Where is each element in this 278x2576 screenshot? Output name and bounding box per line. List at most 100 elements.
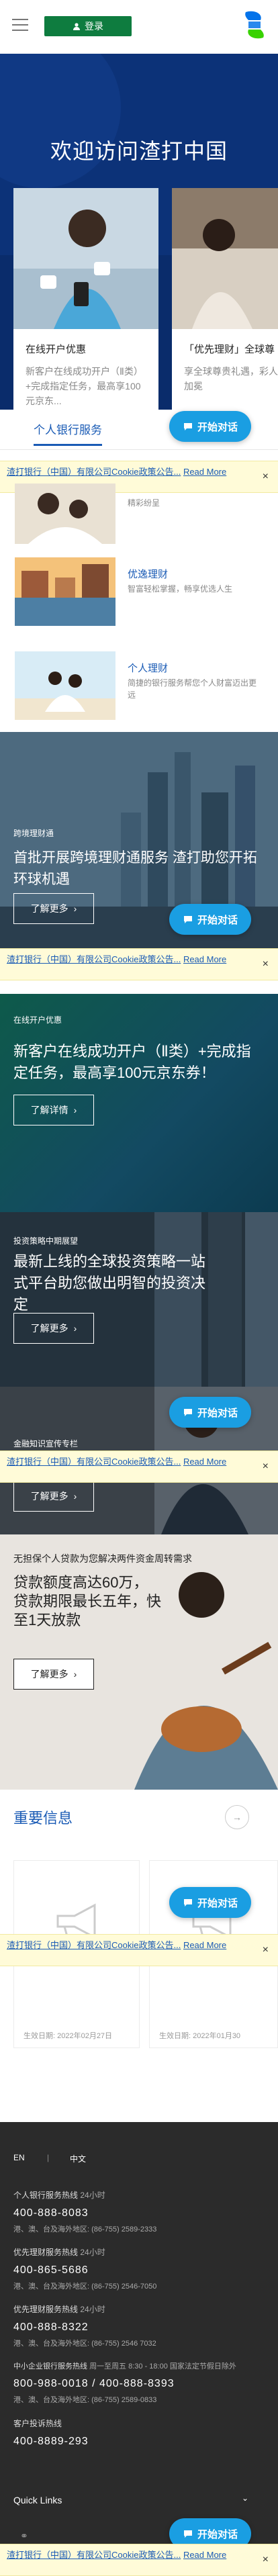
user-icon — [73, 23, 80, 30]
banner-tag: 投资策略中期展望 — [13, 1236, 79, 1246]
banner-tag: 在线开户优惠 — [13, 1015, 62, 1025]
start-chat-button[interactable]: 开始对话 — [169, 1887, 251, 1918]
chat-icon — [183, 423, 192, 430]
cookie-policy-link[interactable]: 渣打银行（中国）有限公司Cookie政策公告... — [7, 1457, 181, 1467]
product-row[interactable]: 精彩纷呈 — [15, 484, 263, 544]
hotline-item: 优先理财服务热线 24小时 400-888-8322 港、澳、台及海外地区: (… — [13, 2303, 156, 2348]
cookie-policy-link[interactable]: 渣打银行（中国）有限公司Cookie政策公告... — [7, 467, 181, 477]
promo-banner-cross-border: 跨境理财通 首批开展跨境理财通服务 渣打助您开拓环球机遇 了解更多 › — [0, 732, 278, 980]
lang-divider: | — [47, 2153, 50, 2162]
learn-details-button[interactable]: 了解详情 › — [13, 1095, 94, 1125]
read-more-link[interactable]: Read More — [183, 1457, 226, 1467]
hotline-name: 优先理财服务热线 — [13, 2305, 79, 2314]
hero-card-title: 「优先理财」全球尊 — [184, 344, 275, 355]
lang-en[interactable]: EN — [13, 2153, 25, 2162]
close-icon[interactable]: × — [263, 1461, 269, 1472]
read-more-link[interactable]: Read More — [183, 954, 226, 964]
banner-title: 新客户在线成功开户（Ⅱ类）+完成指定任务，最高享100元京东券！ — [13, 1043, 251, 1081]
start-chat-button[interactable]: 开始对话 — [169, 904, 251, 935]
next-arrow-icon[interactable]: → — [225, 1805, 249, 1829]
hotline-phone[interactable]: 400-888-8083 — [13, 2207, 156, 2219]
hotline-overseas: 港、澳、台及海外地区: (86-755) 2589-2333 — [13, 2225, 157, 2234]
hero-card-desc: 享全球尊贵礼遇，彩人生加冕 — [184, 366, 278, 392]
hotline-overseas: 港、澳、台及海外地区: (86-755) 2589-0833 — [13, 2396, 157, 2404]
important-info-title: 重要信息 — [13, 1810, 73, 1827]
start-chat-button[interactable]: 开始对话 — [169, 1397, 251, 1428]
chat-label: 开始对话 — [197, 2528, 238, 2540]
product-row[interactable]: 优逸理财 智富轻松掌握，畅享优选人生 — [15, 557, 263, 626]
effective-date: 生效日期: 2022年02月27日 — [24, 2032, 113, 2040]
login-label: 登录 — [85, 21, 103, 32]
hotline-item: 个人银行服务热线 24小时 400-888-8083 港、澳、台及海外地区: (… — [13, 2189, 156, 2234]
hotline-hours: 24小时 — [80, 2248, 105, 2257]
chevron-down-icon[interactable]: ⌄ — [242, 2493, 248, 2503]
learn-more-button[interactable]: 了解更多 › — [13, 1659, 94, 1690]
close-icon[interactable]: × — [263, 1944, 269, 1956]
tab-personal-banking[interactable]: 个人银行服务 — [34, 420, 102, 446]
hotline-phone[interactable]: 800-988-0018 / 400-888-8393 — [13, 2378, 269, 2390]
hotline-phone[interactable]: 400-888-8322 — [13, 2321, 156, 2334]
hotline-item: 客户投诉热线 400-8889-293 — [13, 2418, 89, 2448]
hotline-overseas: 港、澳、台及海外地区: (86-755) 2546 7032 — [13, 2340, 156, 2348]
button-label: 了解详情 — [30, 1105, 68, 1115]
cookie-policy-link[interactable]: 渣打银行（中国）有限公司Cookie政策公告... — [7, 954, 181, 964]
beach-couple-image — [15, 651, 115, 720]
promo-banner-personal-loan: 无担保个人贷款为您解决两件资金周转需求 贷款额度高达60万，贷款期限最长五年，快… — [0, 1534, 278, 1790]
banner-tag: 金融知识宣传专栏 — [13, 1439, 79, 1448]
site-header: 登录 — [0, 0, 278, 54]
cookie-banner: 渣打银行（中国）有限公司Cookie政策公告... Read More × — [0, 1451, 278, 1483]
chat-label: 开始对话 — [197, 421, 238, 433]
quick-links-toggle[interactable]: Quick Links — [13, 2495, 62, 2505]
lang-zh[interactable]: 中文 — [70, 2153, 86, 2164]
hotline-item: 中小企业银行服务热线 周一至周五 8:30 - 18:00 国家法定节假日除外 … — [13, 2360, 269, 2405]
product-title: 优逸理财 — [128, 569, 169, 580]
product-row[interactable]: 个人理财 简捷的银行服务帮您个人财富迈出更远 — [15, 651, 263, 720]
read-more-link[interactable]: Read More — [183, 1940, 226, 1950]
chat-icon — [183, 1409, 192, 1416]
cookie-policy-link[interactable]: 渣打银行（中国）有限公司Cookie政策公告... — [7, 1940, 181, 1950]
button-label: 了解更多 — [30, 1669, 68, 1680]
learn-more-button[interactable]: 了解更多 › — [13, 893, 94, 924]
cookie-banner: 渣打银行（中国）有限公司Cookie政策公告... Read More × — [0, 2544, 278, 2576]
product-desc: 精彩纷呈 — [128, 498, 160, 508]
hotline-name: 客户投诉热线 — [13, 2419, 62, 2428]
menu-icon[interactable] — [12, 19, 28, 31]
login-button[interactable]: 登录 — [44, 16, 132, 36]
arrow-right-icon: › — [73, 903, 77, 914]
hero-card-online-account[interactable]: 在线开户优惠 新客户在线成功开户（Ⅱ类）+完成指定任务，最高享100元京东... — [13, 188, 158, 410]
hero-title: 欢迎访问渣打中国 — [50, 139, 228, 163]
chat-icon — [183, 2530, 192, 2538]
banner-subtitle: 贷款额度高达60万，贷款期限最长五年，快至1天放款 — [13, 1574, 162, 1628]
hero-card-priority[interactable]: 「优先理财」全球尊 享全球尊贵礼遇，彩人生加冕 — [172, 188, 278, 410]
hotline-phone[interactable]: 400-865-5686 — [13, 2264, 156, 2276]
banner-title: 首批开展跨境理财通服务 渣打助您开拓环球机遇 — [13, 850, 257, 887]
hotline-hours: 周一至周五 8:30 - 18:00 国家法定节假日除外 — [89, 2362, 236, 2371]
hotline-name: 优先理财服务热线 — [13, 2248, 79, 2257]
arrow-right-icon: › — [73, 1669, 77, 1680]
standard-chartered-logo[interactable] — [240, 8, 269, 42]
close-icon[interactable]: × — [263, 471, 269, 482]
close-icon[interactable]: × — [263, 2554, 269, 2565]
close-icon[interactable]: × — [263, 958, 269, 970]
link-icon: ⚭ — [20, 2530, 28, 2541]
cookie-policy-link[interactable]: 渣打银行（中国）有限公司Cookie政策公告... — [7, 2550, 181, 2560]
chat-icon — [183, 916, 192, 923]
cookie-banner: 渣打银行（中国）有限公司Cookie政策公告... Read More × — [0, 1934, 278, 1966]
arrow-right-icon: › — [73, 1323, 77, 1334]
hotline-item: 优先理财服务热线 24小时 400-865-5686 港、澳、台及海外地区: (… — [13, 2246, 156, 2291]
product-title: 个人理财 — [128, 663, 169, 674]
hotline-phone[interactable]: 400-8889-293 — [13, 2436, 89, 2448]
hotline-name: 个人银行服务热线 — [13, 2191, 79, 2200]
cookie-banner: 渣打银行（中国）有限公司Cookie政策公告... Read More × — [0, 948, 278, 980]
woman-with-phone-image — [13, 188, 158, 329]
learn-more-button[interactable]: 了解更多 › — [13, 1481, 94, 1512]
start-chat-button[interactable]: 开始对话 — [169, 411, 251, 442]
read-more-link[interactable]: Read More — [183, 467, 226, 477]
effective-date: 生效日期: 2022年01月30 — [159, 2032, 241, 2040]
banner-tag: 跨境理财通 — [13, 829, 54, 838]
learn-more-button[interactable]: 了解更多 › — [13, 1313, 94, 1344]
promo-banner-online-account: 在线开户优惠 新客户在线成功开户（Ⅱ类）+完成指定任务，最高享100元京东券！ … — [0, 994, 278, 1212]
hero-card-title: 在线开户优惠 — [26, 344, 87, 355]
read-more-link[interactable]: Read More — [183, 2550, 226, 2560]
venice-image — [15, 557, 115, 626]
